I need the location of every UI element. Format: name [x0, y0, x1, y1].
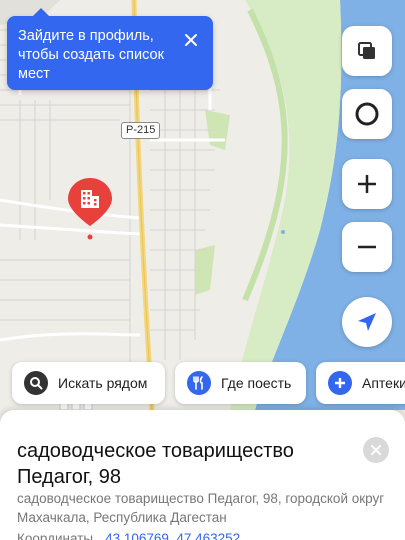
tooltip-text: Зайдите в профиль, чтобы создать список …: [18, 28, 164, 82]
chip-pharmacies[interactable]: Аптеки: [316, 362, 405, 404]
chip-label: Искать рядом: [58, 375, 148, 391]
map-view[interactable]: Р-215 Зайдите в профиль, чтобы создать с…: [0, 0, 405, 410]
close-card-button[interactable]: [363, 437, 389, 463]
navigation-arrow-icon: [358, 313, 376, 331]
place-title: садоводческое товарищество Педагог, 98: [17, 438, 347, 490]
close-icon: [371, 445, 381, 455]
zoom-out-button[interactable]: [342, 222, 392, 272]
coordinates-label: Координаты: [17, 531, 94, 540]
place-pin[interactable]: [66, 176, 114, 238]
chip-label: Аптеки: [362, 375, 405, 391]
place-card[interactable]: садоводческое товарищество Педагог, 98 с…: [0, 410, 405, 540]
close-icon[interactable]: [183, 32, 199, 48]
coordinates-value[interactable]: 43.106769, 47.463252: [105, 531, 240, 540]
category-chips: Искать рядом Где поесть Аптеки: [12, 362, 405, 404]
fork-knife-icon: [187, 371, 211, 395]
place-address: садоводческое товарищество Педагог, 98, …: [17, 491, 385, 525]
place-title-line2: Педагог, 98: [17, 466, 122, 488]
tooltip-arrow: [33, 8, 49, 16]
chip-search-nearby[interactable]: Искать рядом: [12, 362, 165, 404]
place-coordinates: Координаты 43.106769, 47.463252: [17, 531, 240, 540]
building-icon: [68, 178, 112, 226]
place-title-line1: садоводческое товарищество: [17, 440, 294, 462]
chip-label: Где поесть: [221, 375, 292, 391]
voice-assistant-button[interactable]: [342, 89, 392, 139]
voice-assistant-icon: [355, 102, 379, 126]
minus-icon: [358, 245, 376, 249]
zoom-in-button[interactable]: [342, 159, 392, 209]
road-label: Р-215: [121, 122, 161, 139]
layers-icon: [358, 42, 375, 59]
search-icon: [24, 371, 48, 395]
layers-button[interactable]: [342, 26, 392, 76]
profile-tooltip[interactable]: Зайдите в профиль, чтобы создать список …: [7, 8, 213, 90]
chip-where-to-eat[interactable]: Где поесть: [175, 362, 306, 404]
locate-button[interactable]: [342, 297, 392, 347]
plus-icon: [358, 175, 376, 193]
plus-cross-icon: [328, 371, 352, 395]
